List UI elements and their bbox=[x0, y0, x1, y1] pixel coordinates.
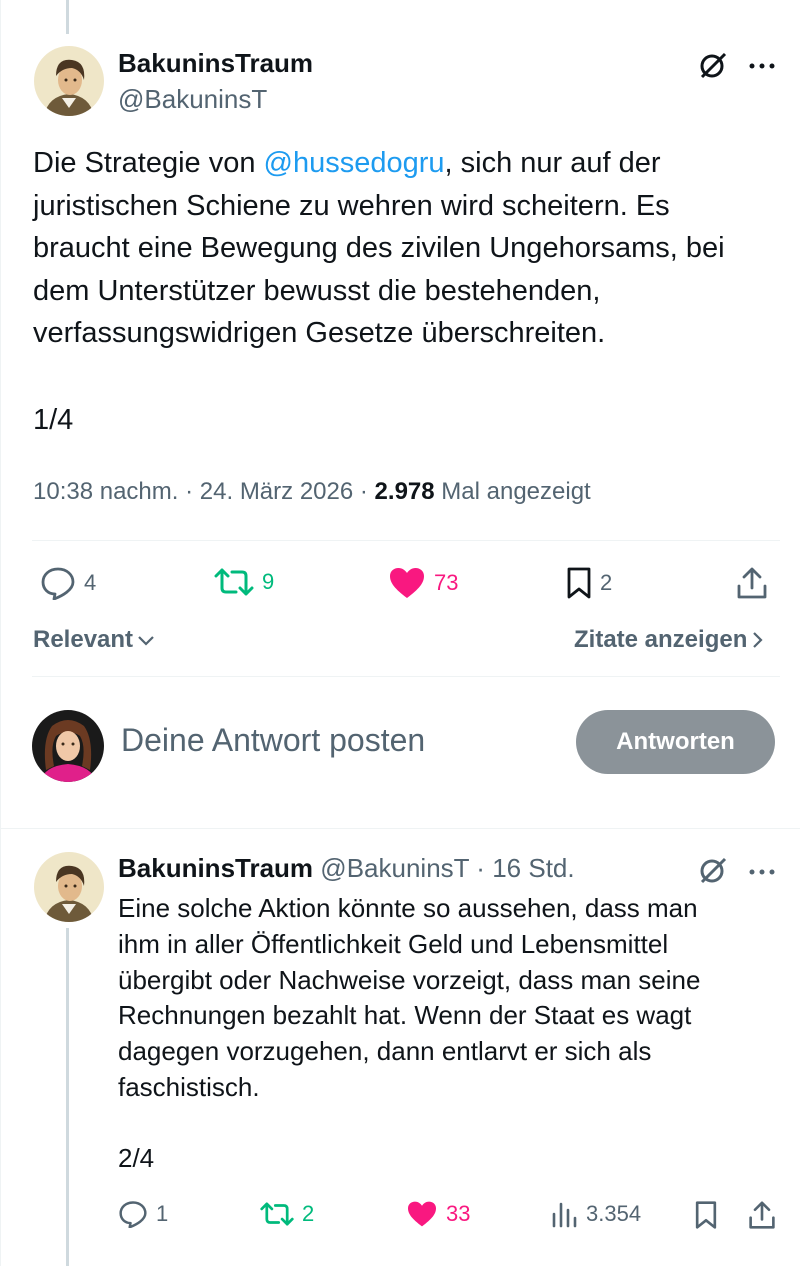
tweet-line-4: dem Unterstützer bewusst die bestehenden… bbox=[33, 274, 601, 307]
retweet-count: 2 bbox=[302, 1201, 315, 1226]
thread-line-top bbox=[66, 0, 69, 34]
reply-line: faschistisch. bbox=[118, 1071, 260, 1102]
like-action[interactable]: 73 bbox=[388, 566, 458, 600]
sort-label: Relevant bbox=[33, 626, 134, 653]
reply-count: 1 bbox=[156, 1201, 169, 1226]
thread-line bbox=[66, 928, 69, 1266]
reply-text: Eine solche Aktion könnte so aussehen, d… bbox=[118, 891, 778, 1106]
reply-count: 4 bbox=[84, 570, 97, 595]
views-action[interactable]: 3.354 bbox=[550, 1200, 641, 1228]
share-icon bbox=[737, 567, 767, 599]
share-action[interactable] bbox=[736, 566, 768, 600]
thread-counter: 1/4 bbox=[33, 404, 74, 436]
reply-author-handle[interactable]: @BakuninsT bbox=[320, 853, 469, 883]
bookmark-action[interactable]: 2 bbox=[566, 566, 612, 600]
like-count: 73 bbox=[434, 570, 459, 595]
like-count: 33 bbox=[446, 1201, 471, 1226]
retweet-action[interactable]: 2 bbox=[260, 1200, 314, 1228]
reply-author-avatar[interactable] bbox=[34, 852, 104, 922]
views-icon bbox=[552, 1202, 577, 1228]
tweet-line-3: braucht eine Bewegung des zivilen Ungeho… bbox=[33, 232, 725, 264]
quotes-link[interactable]: Zitate anzeigen bbox=[574, 626, 765, 654]
retweet-icon bbox=[214, 568, 254, 596]
divider bbox=[0, 828, 800, 829]
chevron-right-icon bbox=[753, 632, 763, 648]
heart-icon bbox=[390, 568, 424, 598]
sort-dropdown[interactable]: Relevant bbox=[33, 626, 155, 654]
reply-icon bbox=[119, 1201, 147, 1228]
tweet-date[interactable]: 24. März 2026 bbox=[200, 478, 353, 505]
divider bbox=[32, 540, 780, 541]
bookmark-icon bbox=[695, 1201, 717, 1229]
reply-author-name[interactable]: BakuninsTraum bbox=[118, 853, 313, 883]
reply-button[interactable]: Antworten bbox=[576, 710, 775, 774]
author-handle[interactable]: @BakuninsT bbox=[118, 84, 267, 115]
user-avatar[interactable] bbox=[32, 710, 104, 782]
quotes-label: Zitate anzeigen bbox=[574, 626, 748, 653]
grok-icon[interactable] bbox=[698, 855, 728, 885]
like-action[interactable]: 33 bbox=[406, 1200, 470, 1228]
tweet-meta: 10:38 nachm. · 24. März 2026 · 2.978 Mal… bbox=[33, 478, 591, 505]
reply-input[interactable]: Deine Antwort posten bbox=[121, 722, 425, 759]
reply-icon bbox=[41, 567, 75, 600]
share-action[interactable] bbox=[748, 1200, 776, 1230]
tweet-text: Die Strategie von @hussedogru, sich nur … bbox=[33, 142, 783, 355]
author-avatar[interactable] bbox=[34, 46, 104, 116]
chevron-down-icon bbox=[138, 636, 154, 646]
tweet-line-5: verfassungswidrigen Gesetze überschreite… bbox=[33, 317, 606, 349]
views-count: 3.354 bbox=[586, 1201, 642, 1226]
reply-action[interactable]: 1 bbox=[118, 1200, 168, 1228]
more-icon[interactable] bbox=[748, 864, 776, 882]
retweet-icon bbox=[260, 1202, 294, 1226]
bookmark-count: 2 bbox=[600, 570, 613, 595]
bookmark-icon bbox=[567, 567, 591, 599]
bookmark-action[interactable] bbox=[694, 1200, 718, 1230]
reply-time[interactable]: 16 Std. bbox=[492, 853, 574, 883]
tweet-time[interactable]: 10:38 nachm. bbox=[33, 478, 178, 505]
reply-header: BakuninsTraum @BakuninsT · 16 Std. bbox=[118, 853, 575, 883]
retweet-count: 9 bbox=[262, 569, 275, 594]
more-icon[interactable] bbox=[748, 58, 776, 76]
reply-line: dagegen vorzugehen, dann entlarvt er sic… bbox=[118, 1036, 652, 1067]
divider bbox=[32, 676, 780, 677]
left-border bbox=[0, 0, 1, 1266]
reply-line: Eine solche Aktion könnte so aussehen, d… bbox=[118, 893, 698, 923]
reply-action[interactable]: 4 bbox=[40, 566, 96, 600]
reply-thread-counter: 2/4 bbox=[118, 1143, 155, 1173]
tweet-line-2: juristischen Schiene zu wehren wird sche… bbox=[33, 189, 670, 222]
views-count: 2.978 bbox=[374, 478, 435, 505]
grok-icon[interactable] bbox=[698, 50, 728, 80]
reply-line: übergibt oder Nachweise vorzeigt, dass m… bbox=[118, 964, 701, 995]
views-label: Mal angezeigt bbox=[441, 478, 591, 505]
reply-line: Rechnungen bezahlt hat. Wenn der Staat e… bbox=[118, 1000, 692, 1031]
share-icon bbox=[749, 1201, 775, 1229]
mention-link[interactable]: @hussedogru bbox=[264, 147, 445, 179]
retweet-action[interactable]: 9 bbox=[214, 566, 274, 598]
heart-icon bbox=[408, 1201, 436, 1227]
reply-line: ihm in aller Öffentlichkeit Geld und Leb… bbox=[118, 928, 669, 959]
author-name[interactable]: BakuninsTraum bbox=[118, 48, 313, 79]
tweet-line-1: Die Strategie von @hussedogru, sich nur … bbox=[33, 147, 661, 179]
